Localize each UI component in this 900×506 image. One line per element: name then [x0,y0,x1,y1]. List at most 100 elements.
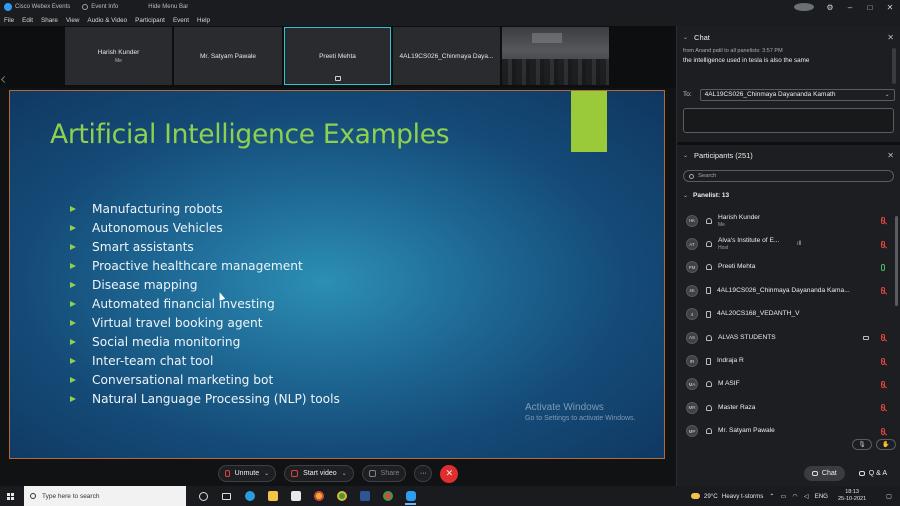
store-icon[interactable] [284,486,307,506]
chat-toggle-button[interactable]: Chat [803,466,845,481]
device-icon [706,287,711,295]
mic-muted-icon [224,470,230,477]
unmute-button[interactable]: Unmute ⌄ [217,465,277,482]
mic-muted-icon[interactable] [881,427,885,435]
participant-row[interactable]: AT Alva's Institute of E... Host ıll [677,232,900,255]
participant-row[interactable]: HK Harish Kunder Me [677,209,900,232]
video-thumbnail-strip: Harish Kunder Me Mr. Satyam Pawale Preet… [0,26,676,88]
more-options-button[interactable]: ··· [414,465,433,482]
cortana-icon[interactable] [192,486,215,506]
mute-all-icon[interactable]: 🎙 [852,439,872,450]
hide-menu-bar-button[interactable]: Hide Menu Bar [148,4,188,10]
wifi-icon[interactable]: ◠ [792,493,797,500]
chat-panel-header[interactable]: ⌄ Chat ✕ [677,27,900,47]
mic-on-icon[interactable] [881,263,885,271]
chevron-down-icon[interactable]: ⌄ [264,470,269,477]
avatar: 4 [686,308,698,321]
user-avatar[interactable] [794,3,814,11]
qa-icon [858,471,865,476]
headset-icon [706,404,712,411]
close-chat-icon[interactable]: ✕ [887,33,894,42]
chevron-down-icon: ⌄ [884,92,890,98]
chrome-profile-icon[interactable] [330,486,353,506]
menu-participant[interactable]: Participant [135,17,165,24]
maximize-button[interactable]: □ [860,3,880,12]
close-window-button[interactable]: ✕ [880,3,900,12]
menu-help[interactable]: Help [197,17,210,24]
edge-icon[interactable] [238,486,261,506]
chat-input[interactable] [683,108,894,133]
chrome-icon[interactable] [307,486,330,506]
chevron-down-icon[interactable]: ⌄ [683,152,688,159]
participant-scrollbar[interactable] [895,216,898,306]
webex-taskbar-icon[interactable] [399,486,422,506]
participant-row[interactable]: 4K 4AL19CS026_Chinmaya Dayananda Kama... [677,279,900,302]
mic-muted-icon[interactable] [881,217,885,225]
participants-panel-header[interactable]: ⌄ Participants (251) ✕ [677,145,900,165]
window-controls: ⚙ – □ ✕ [794,0,900,14]
thumbnail-satyam-pawale[interactable]: Mr. Satyam Pawale [174,27,282,85]
mic-muted-icon[interactable] [881,404,885,412]
slide-accent-bar [571,91,607,152]
participant-row[interactable]: MR Master Raza [677,396,900,419]
chevron-down-icon[interactable]: ⌄ [342,470,347,477]
mic-muted-icon[interactable] [881,357,885,365]
participant-row[interactable]: AS ALVAS STUDENTS [677,326,900,349]
menu-file[interactable]: File [4,17,14,24]
participant-search-input[interactable]: Search [683,170,894,182]
mic-muted-icon[interactable] [881,380,885,388]
close-participants-icon[interactable]: ✕ [887,151,894,160]
video-camera-icon [863,335,869,340]
clock-time: 18:13 [845,489,859,495]
taskbar-search-input[interactable]: Type here to search [24,486,186,506]
network-icon[interactable]: ▭ [781,493,787,500]
participant-row[interactable]: MA M ASIF [677,373,900,396]
menu-share[interactable]: Share [41,17,58,24]
mic-muted-icon[interactable] [881,240,885,248]
thumbnail-chinmaya[interactable]: 4AL19CS026_Chinmaya Daya... [393,27,500,85]
taskbar-clock[interactable]: 18:13 25-10-2021 [838,489,866,503]
volume-icon[interactable]: ◁ [804,493,809,500]
word-icon[interactable] [353,486,376,506]
sharing-icon [334,76,341,81]
menu-audio-video[interactable]: Audio & Video [87,17,127,24]
chat-scrollbar[interactable] [892,48,896,84]
menu-edit[interactable]: Edit [22,17,33,24]
recipient-select[interactable]: 4AL19CS026_Chinmaya Dayananda Kamath ⌄ [699,88,895,101]
file-explorer-icon[interactable] [261,486,284,506]
share-button[interactable]: Share [361,465,407,482]
weather-text[interactable]: Heavy t-storms [722,493,764,500]
leave-meeting-button[interactable]: ✕ [440,464,459,483]
strip-scroll-left-icon[interactable] [0,75,9,84]
chevron-down-icon[interactable]: ⌄ [683,34,688,41]
chat-message-text: the intelligence used in tesla is also t… [683,57,810,64]
qa-toggle-button[interactable]: Q & A [851,466,895,481]
mic-muted-icon[interactable] [881,287,885,295]
participant-row[interactable]: 4 4AL20CS168_VEDANTH_V [677,303,900,326]
panelist-group-header[interactable]: ⌄ Panelist: 13 [683,192,729,199]
menu-event[interactable]: Event [173,17,189,24]
event-info-button[interactable]: Event Info [82,4,118,10]
minimize-button[interactable]: – [840,3,860,12]
participant-row[interactable]: PM Preeti Mehta [677,256,900,279]
weather-temperature[interactable]: 29°C [704,493,718,500]
reactions-icon[interactable]: ✋ [876,439,896,450]
chrome-alt-icon[interactable] [376,486,399,506]
thumbnail-preeti-mehta[interactable]: Preeti Mehta [284,27,391,85]
settings-icon[interactable]: ⚙ [820,3,840,12]
language-icon[interactable]: ENG [815,493,828,500]
activate-windows-watermark: Activate Windows Go to Settings to activ… [525,402,636,422]
notifications-icon[interactable]: ▢ [886,493,892,500]
bullet-arrow-icon [70,357,76,364]
task-view-icon[interactable] [215,486,238,506]
list-item: Smart assistants [70,237,340,256]
participant-row[interactable]: IR Indraja R [677,349,900,372]
windows-start-icon[interactable] [0,486,20,506]
thumbnail-harish-kunder[interactable]: Harish Kunder Me [65,27,172,85]
mic-muted-icon[interactable] [881,334,885,342]
start-video-button[interactable]: Start video ⌄ [284,465,354,482]
headset-icon [706,381,712,388]
menu-view[interactable]: View [66,17,80,24]
chevron-up-icon[interactable]: ⌃ [769,493,774,500]
thumbnail-video-feed[interactable] [502,27,609,85]
